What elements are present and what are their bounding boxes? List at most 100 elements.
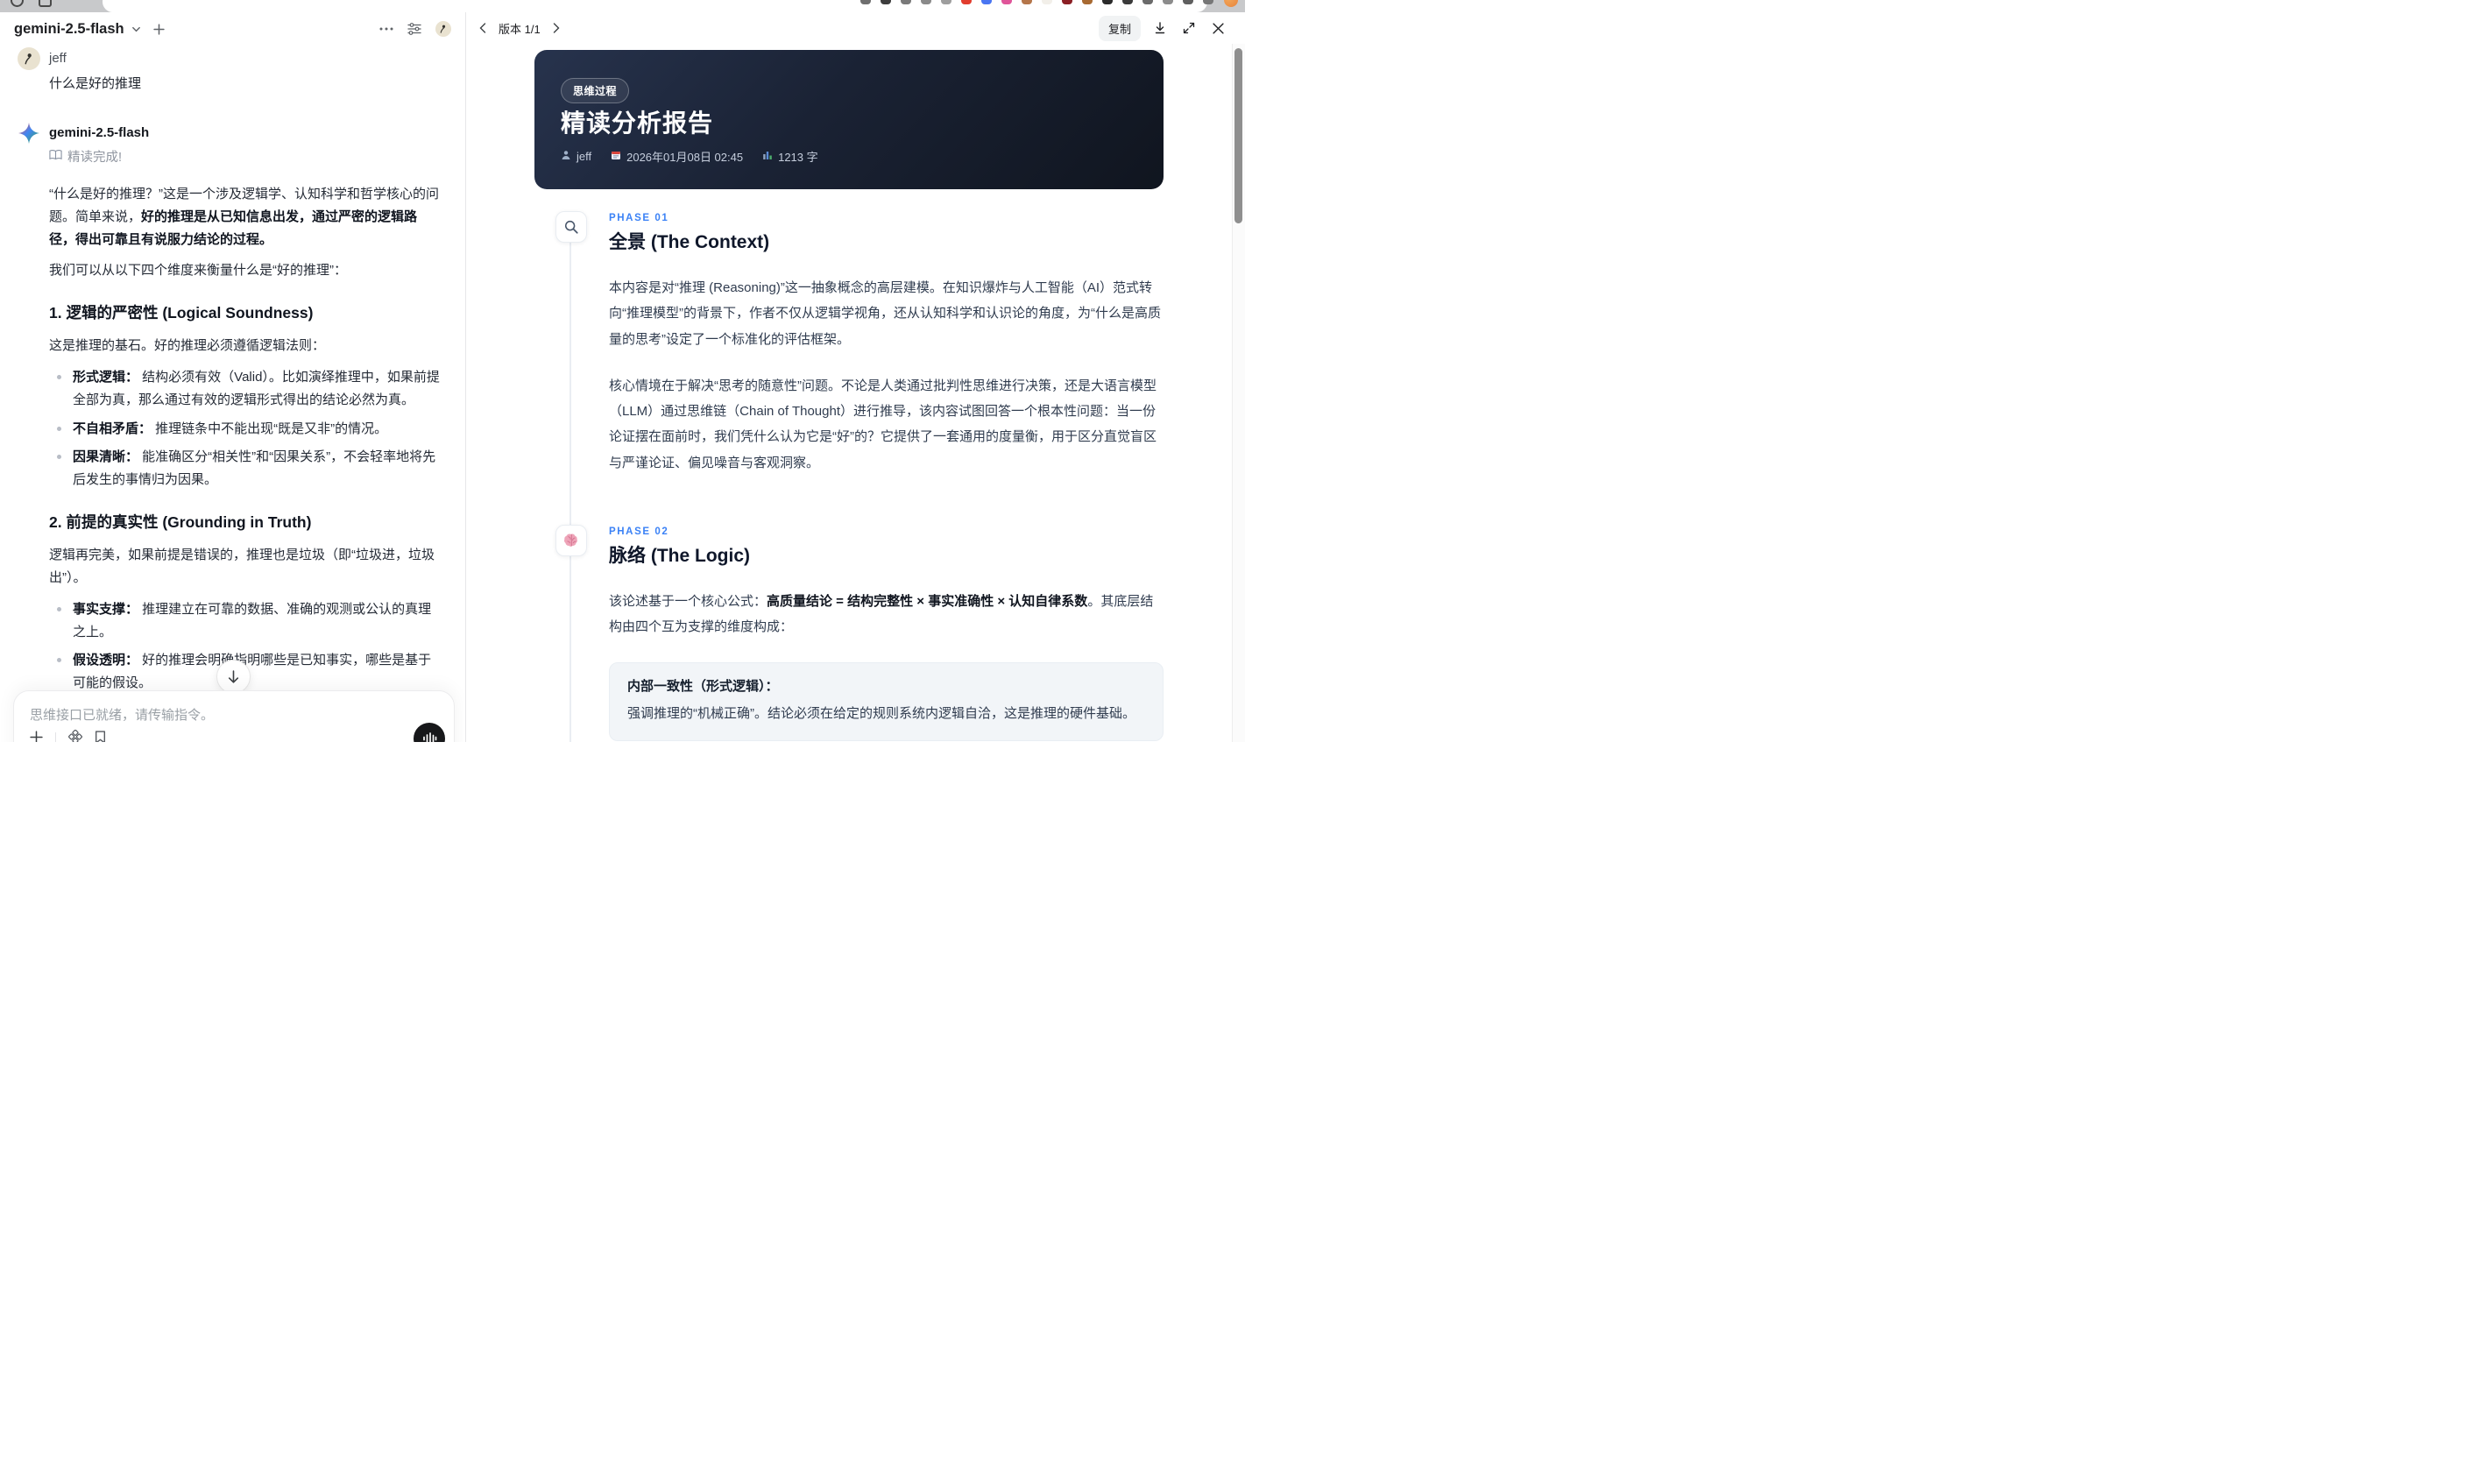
bullet-item: 因果清晰： 能准确区分“相关性”和“因果关系”，不会轻率地将先后发生的事情归为因…	[49, 446, 442, 491]
extension-icon[interactable]	[981, 0, 992, 4]
reload-icon[interactable]	[11, 0, 24, 7]
chat-paragraph: “什么是好的推理？”这是一个涉及逻辑学、认知科学和哲学核心的问题。简单来说，好的…	[49, 187, 439, 247]
app-window: gemini-2.5-flash jeff 什么是好的推理 gemini-2.5…	[0, 0, 1245, 742]
attach-plus-icon[interactable]	[30, 730, 43, 742]
download-icon[interactable]	[1150, 18, 1170, 38]
magnifier-icon	[555, 211, 587, 243]
copy-button[interactable]: 复制	[1098, 15, 1141, 41]
phase-paragraph: 核心情境在于解决“思考的随意性”问题。不论是人类通过批判性思维进行决策，还是大语…	[609, 378, 1157, 470]
extension-icon[interactable]	[1122, 0, 1133, 4]
extension-icon[interactable]	[961, 0, 972, 4]
assistant-status: 精读完成!	[49, 147, 442, 166]
dimension-card: 内部一致性（形式逻辑）： 强调推理的“机械正确”。结论必须在给定的规则系统内逻辑自…	[609, 662, 1164, 742]
extension-icon[interactable]	[1203, 0, 1213, 4]
extension-icon[interactable]	[1082, 0, 1093, 4]
card-title: 内部一致性（形式逻辑）：	[627, 679, 779, 695]
scroll-to-bottom-button[interactable]	[216, 660, 251, 694]
assistant-markdown-body: “什么是好的推理？”这是一个涉及逻辑学、认知科学和哲学核心的问题。简单来说，好的…	[49, 174, 442, 742]
user-avatar	[18, 47, 40, 70]
tune-settings-icon[interactable]	[407, 23, 421, 35]
phase-title: 全景 (The Context)	[609, 232, 770, 252]
artifact-panel: 版本 1/1 复制 思维过程 精读分析报告 jeff 2026年01月08日 0…	[466, 12, 1245, 742]
extension-icon[interactable]	[1001, 0, 1012, 4]
phase-paragraph: 该论述基于一个核心公式：高质量结论 = 结构完整性 × 事实准确性 × 认知自律…	[609, 593, 1154, 634]
user-name: jeff	[49, 51, 67, 66]
phase-section-1: PHASE 01 全景 (The Context) 本内容是对“推理 (Reason…	[534, 211, 1164, 476]
bullet-list: 形式逻辑： 结构必须有效（Valid）。比如演绎推理中，如果前提全部为真，那么通…	[49, 366, 442, 491]
report-title: 精读分析报告	[561, 110, 714, 137]
more-options-icon[interactable]	[379, 27, 393, 31]
fullscreen-icon[interactable]	[1179, 18, 1199, 38]
extension-icon[interactable]	[941, 0, 951, 4]
person-icon	[561, 150, 571, 163]
calendar-icon	[611, 150, 621, 163]
report-hero: 思维过程 精读分析报告 jeff 2026年01月08日 02:45 1213 …	[534, 50, 1164, 189]
close-icon[interactable]	[1208, 18, 1227, 38]
assistant-name: gemini-2.5-flash	[49, 125, 150, 140]
extension-icon[interactable]	[1163, 0, 1173, 4]
extension-icon[interactable]	[1062, 0, 1072, 4]
version-prev-icon[interactable]	[473, 18, 492, 38]
chat-input[interactable]: 思维接口已就绪，请传输指令。	[13, 690, 455, 742]
phase-label: PHASE 01	[609, 213, 669, 223]
user-message: jeff 什么是好的推理	[18, 47, 442, 92]
extension-icon[interactable]	[901, 0, 911, 4]
voice-input-button[interactable]	[414, 723, 445, 742]
book-icon	[49, 149, 62, 164]
report-meta: jeff 2026年01月08日 02:45 1213 字	[561, 148, 818, 165]
extension-icon[interactable]	[1183, 0, 1193, 4]
extension-icon[interactable]	[860, 0, 871, 4]
report-author: jeff	[561, 150, 591, 163]
card-body: 强调推理的“机械正确”。结论必须在给定的规则系统内逻辑自洽，这是推理的硬件基础。	[627, 706, 1135, 722]
version-next-icon[interactable]	[547, 18, 566, 38]
report-date: 2026年01月08日 02:45	[611, 148, 743, 165]
extension-icon[interactable]	[1102, 0, 1113, 4]
plugins-icon[interactable]	[68, 729, 82, 742]
bookmark-icon[interactable]	[95, 730, 106, 742]
user-avatar[interactable]	[435, 21, 451, 37]
extension-icon[interactable]	[881, 0, 891, 4]
phase-title: 脉络 (The Logic)	[609, 545, 750, 566]
extension-icons	[860, 0, 1213, 4]
chat-header: gemini-2.5-flash	[0, 12, 465, 46]
chat-input-placeholder: 思维接口已就绪，请传输指令。	[30, 708, 215, 723]
bullet-item: 形式逻辑： 结构必须有效（Valid）。比如演绎推理中，如果前提全部为真，那么通…	[49, 366, 442, 412]
extension-icon[interactable]	[1142, 0, 1153, 4]
report-word-count: 1213 字	[762, 148, 818, 165]
bar-chart-icon	[762, 150, 773, 163]
user-message-text: 什么是好的推理	[49, 76, 142, 91]
assistant-status-text: 精读完成!	[67, 151, 123, 165]
chat-message-list: jeff 什么是好的推理 gemini-2.5-flash 精读完成! “什么是…	[0, 46, 465, 742]
phase-body: 该论述基于一个核心公式：高质量结论 = 结构完整性 × 事实准确性 × 认知自律…	[609, 589, 1164, 640]
chat-paragraph: 逻辑再完美，如果前提是错误的，推理也是垃圾（即“垃圾进，垃圾出”）。	[49, 548, 435, 585]
input-divider	[55, 731, 56, 742]
gemini-logo-icon	[18, 122, 40, 145]
bullet-item: 事实支撑： 推理建立在可靠的数据、准确的观测或公认的真理之上。	[49, 598, 442, 644]
assistant-message: gemini-2.5-flash 精读完成! “什么是好的推理？”这是一个涉及逻…	[18, 122, 442, 742]
phase-paragraph: 本内容是对“推理 (Reasoning)”这一抽象概念的高层建模。在知识爆炸与人…	[609, 280, 1161, 347]
artifact-toolbar: 版本 1/1 复制	[466, 12, 1245, 44]
scrollbar-track[interactable]	[1232, 44, 1245, 742]
dimension-cards: 内部一致性（形式逻辑）： 强调推理的“机械正确”。结论必须在给定的规则系统内逻辑自…	[609, 662, 1164, 742]
extension-icon[interactable]	[1042, 0, 1052, 4]
browser-profile-avatar[interactable]	[1224, 0, 1238, 7]
scrollbar-thumb[interactable]	[1234, 48, 1242, 223]
chat-paragraph: 我们可以从以下四个维度来衡量什么是“好的推理”：	[49, 263, 347, 279]
brain-icon	[555, 524, 587, 556]
model-title: gemini-2.5-flash	[14, 20, 124, 37]
browser-toolbar	[0, 0, 1245, 12]
report-badge: 思维过程	[561, 78, 630, 103]
version-label: 版本 1/1	[499, 22, 541, 36]
section-heading: 1. 逻辑的严密性 (Logical Soundness)	[49, 304, 314, 322]
bullet-item: 不自相矛盾： 推理链条中不能出现“既是又非”的情况。	[49, 418, 442, 441]
chevron-down-icon[interactable]	[131, 25, 141, 34]
report-phases: PHASE 01 全景 (The Context) 本内容是对“推理 (Reason…	[534, 211, 1164, 742]
phase-label: PHASE 02	[609, 526, 669, 537]
chat-paragraph: 这是推理的基石。好的推理必须遵循逻辑法则：	[49, 338, 326, 354]
phase-body: 本内容是对“推理 (Reasoning)”这一抽象概念的高层建模。在知识爆炸与人…	[609, 275, 1164, 476]
extension-icon[interactable]	[1022, 0, 1032, 4]
chat-panel: gemini-2.5-flash jeff 什么是好的推理 gemini-2.5…	[0, 12, 466, 742]
new-chat-button[interactable]	[152, 23, 165, 35]
extension-icon[interactable]	[921, 0, 931, 4]
extensions-icon[interactable]	[39, 0, 52, 7]
